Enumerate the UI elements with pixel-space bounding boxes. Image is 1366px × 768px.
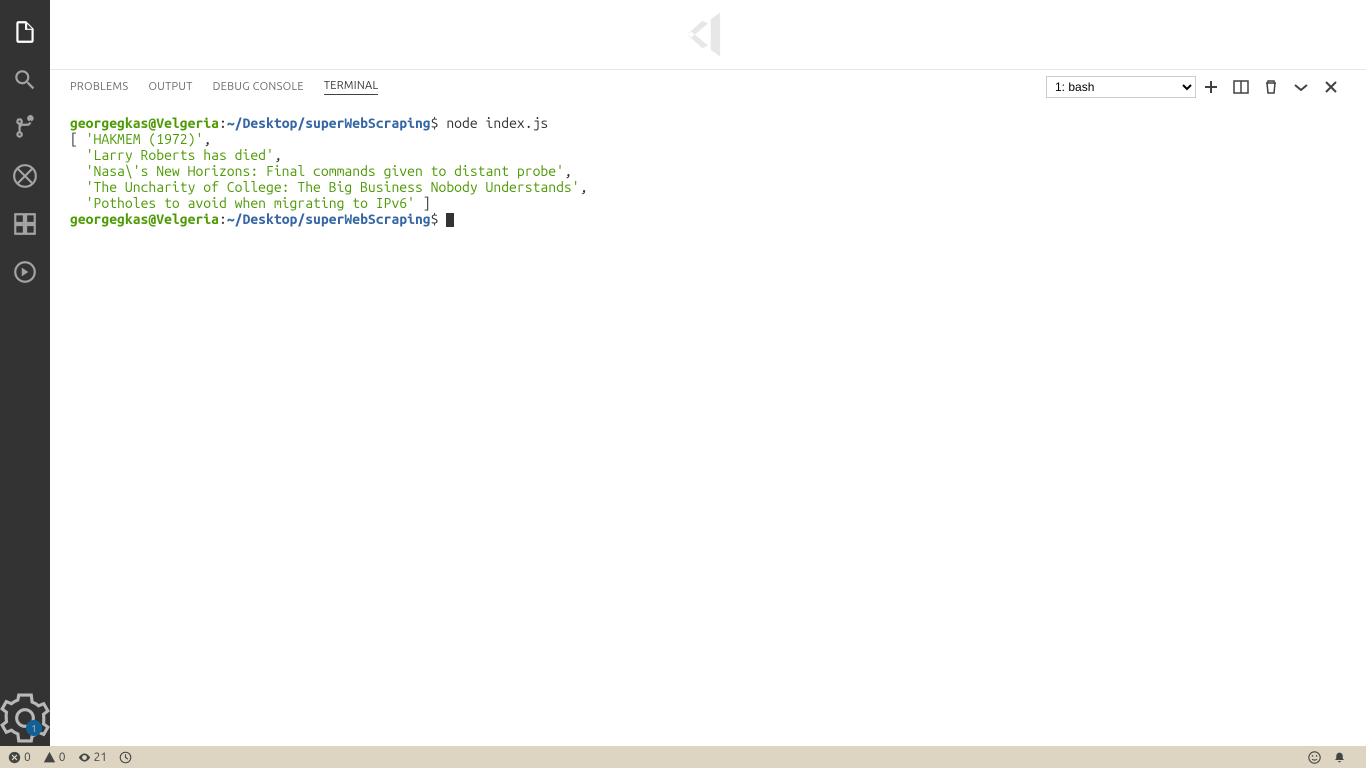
- settings-icon[interactable]: 1: [0, 694, 50, 742]
- live-share-icon[interactable]: [0, 248, 50, 296]
- tab-problems[interactable]: PROBLEMS: [70, 79, 128, 95]
- tab-output[interactable]: OUTPUT: [148, 79, 192, 95]
- status-bar: 0 0 21: [0, 746, 1366, 768]
- status-feedback[interactable]: [1308, 751, 1321, 764]
- debug-icon[interactable]: [0, 152, 50, 200]
- kill-terminal-icon[interactable]: [1256, 79, 1286, 95]
- terminal-output[interactable]: georgegkas@Velgeria:~/Desktop/superWebSc…: [50, 103, 1366, 746]
- status-notifications[interactable]: [1333, 751, 1346, 764]
- status-warnings[interactable]: 0: [43, 751, 66, 764]
- extensions-icon[interactable]: [0, 200, 50, 248]
- vscode-logo-icon: [673, 7, 743, 62]
- activity-bar: 1: [0, 0, 50, 746]
- eye-icon: [78, 751, 91, 764]
- prompt-path: ~/Desktop/superWebScraping: [227, 115, 431, 131]
- prompt-user: georgegkas@Velgeria: [70, 115, 219, 131]
- source-control-icon[interactable]: [0, 104, 50, 152]
- search-icon[interactable]: [0, 56, 50, 104]
- bell-icon: [1333, 751, 1346, 764]
- status-clock[interactable]: [119, 751, 132, 764]
- panel-tabs: PROBLEMS OUTPUT DEBUG CONSOLE TERMINAL 1…: [50, 70, 1366, 103]
- new-terminal-icon[interactable]: [1196, 79, 1226, 95]
- warning-icon: [43, 751, 56, 764]
- smiley-icon: [1308, 751, 1321, 764]
- terminal-select[interactable]: 1: bash: [1046, 76, 1196, 98]
- maximize-panel-icon[interactable]: [1286, 79, 1316, 95]
- terminal-command: node index.js: [446, 115, 548, 131]
- split-terminal-icon[interactable]: [1226, 79, 1256, 95]
- explorer-icon[interactable]: [0, 8, 50, 56]
- tab-terminal[interactable]: TERMINAL: [324, 78, 379, 95]
- status-watch[interactable]: 21: [78, 751, 108, 764]
- clock-icon: [119, 751, 132, 764]
- settings-badge: 1: [26, 720, 42, 736]
- error-icon: [8, 751, 21, 764]
- editor-area: PROBLEMS OUTPUT DEBUG CONSOLE TERMINAL 1…: [50, 0, 1366, 746]
- cursor: [446, 213, 454, 227]
- tab-debug-console[interactable]: DEBUG CONSOLE: [213, 79, 304, 95]
- status-errors[interactable]: 0: [8, 751, 31, 764]
- editor-watermark: [50, 0, 1366, 70]
- close-panel-icon[interactable]: [1316, 79, 1346, 95]
